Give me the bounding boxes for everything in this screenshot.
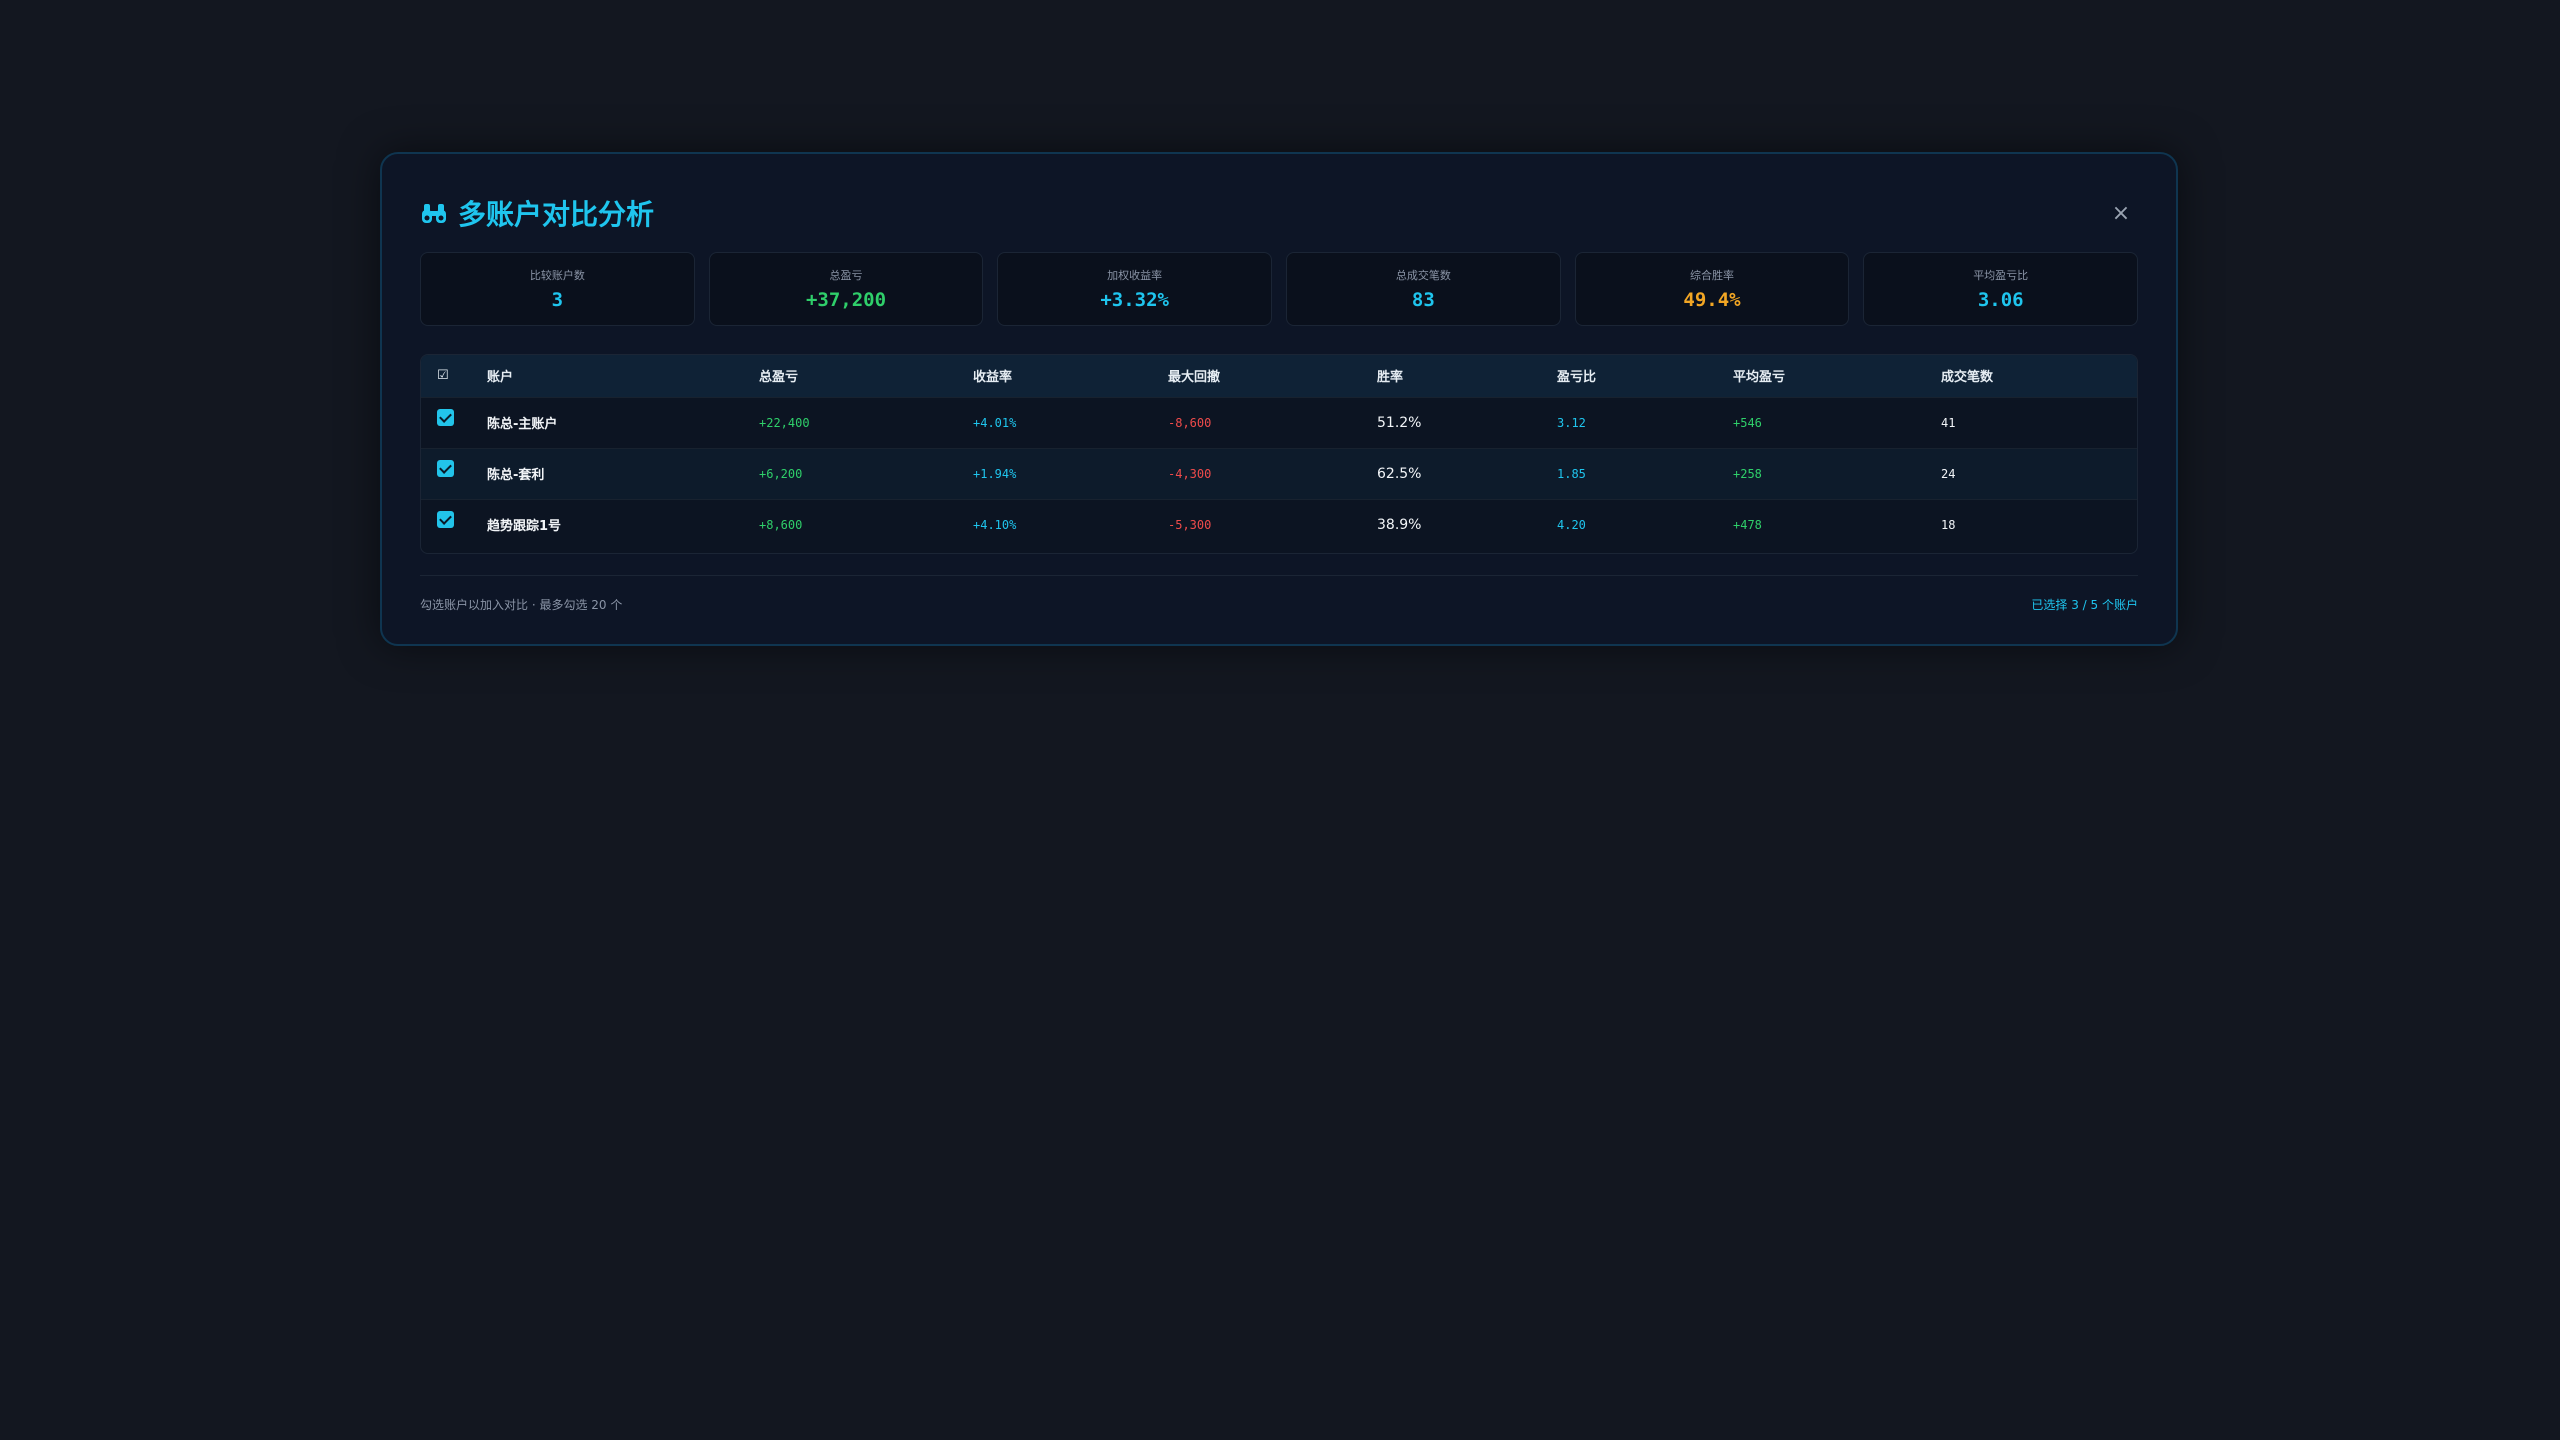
win-rate-cell: 38.9%	[1377, 516, 1422, 533]
stat-label: 总成交笔数	[1395, 269, 1451, 282]
select-all-checkbox[interactable]: ☑	[421, 355, 487, 397]
stat-value: 3	[551, 289, 564, 311]
return-cell: +1.94%	[973, 466, 1017, 481]
table-row[interactable]: 陈总-套利 +6,200 +1.94% -4,300 62.5% 1.85 +2…	[421, 448, 2137, 499]
return-cell: +4.10%	[973, 517, 1017, 532]
column-header[interactable]: 平均盈亏	[1733, 355, 1941, 397]
modal-header: 多账户对比分析 ×	[420, 188, 2138, 238]
max-drawdown-cell: -5,300	[1168, 517, 1212, 532]
close-icon: ×	[2111, 200, 2131, 226]
stat-card-account-count: 比较账户数 3	[420, 252, 695, 326]
max-drawdown-cell: -4,300	[1168, 466, 1212, 481]
avg-pnl-cell: +478	[1733, 517, 1762, 532]
total-pnl-cell: +8,600	[759, 517, 803, 532]
stat-label: 总盈亏	[829, 269, 863, 282]
summary-stats: 比较账户数 3 总盈亏 +37,200 加权收益率 +3.32% 总成交笔数 8…	[420, 252, 2139, 326]
column-header[interactable]: 盈亏比	[1557, 355, 1733, 397]
stat-card-total-pnl: 总盈亏 +37,200	[708, 252, 984, 326]
trades-cell: 18	[1941, 517, 1956, 532]
row-checkbox[interactable]	[437, 510, 454, 528]
selection-count: 已选择 3 / 5 个账户	[2031, 598, 2138, 612]
table-row[interactable]: 趋势跟踪1号 +8,600 +4.10% -5,300 38.9% 4.20 +…	[421, 499, 2137, 550]
stat-label: 加权收益率	[1107, 269, 1163, 282]
table-header-row: ☑ 账户 总盈亏 收益率 最大回撤 胜率 盈亏比 平均盈亏 成交笔数	[421, 355, 2137, 397]
max-drawdown-cell: -8,600	[1168, 415, 1212, 430]
column-header[interactable]: 收益率	[973, 355, 1168, 397]
stat-card-weighted-return: 加权收益率 +3.32%	[997, 252, 1273, 326]
pl-ratio-cell: 1.85	[1557, 466, 1586, 481]
account-name: 陈总-主账户	[487, 417, 558, 432]
stat-value: 49.4%	[1683, 289, 1741, 311]
stat-value: +3.32%	[1100, 289, 1169, 311]
column-header[interactable]: 成交笔数	[1941, 355, 2137, 397]
total-pnl-cell: +22,400	[759, 415, 810, 430]
win-rate-cell: 62.5%	[1377, 465, 1422, 482]
table-row[interactable]: 陈总-主账户 +22,400 +4.01% -8,600 51.2% 3.12 …	[421, 397, 2137, 448]
row-checkbox[interactable]	[437, 408, 454, 426]
column-header[interactable]: 最大回撤	[1168, 355, 1377, 397]
pl-ratio-cell: 4.20	[1557, 517, 1586, 532]
account-name: 趋势跟踪1号	[487, 519, 562, 535]
modal-title: 多账户对比分析	[420, 193, 654, 233]
stat-card-win-rate: 综合胜率 49.4%	[1574, 252, 1850, 326]
comparison-table: ☑ 账户 总盈亏 收益率 最大回撤 胜率 盈亏比 平均盈亏 成交笔数 陈总-主账…	[420, 354, 2138, 554]
stat-card-avg-pl-ratio: 平均盈亏比 3.06	[1863, 252, 2139, 326]
account-name: 陈总-套利	[487, 468, 545, 483]
trades-cell: 41	[1941, 415, 1956, 430]
return-cell: +4.01%	[973, 415, 1017, 430]
column-header[interactable]: 总盈亏	[759, 355, 973, 397]
footer-hint: 勾选账户以加入对比 · 最多勾选 20 个	[420, 598, 623, 612]
pl-ratio-cell: 3.12	[1557, 415, 1586, 430]
stat-card-total-trades: 总成交笔数 83	[1286, 252, 1561, 326]
close-button[interactable]: ×	[2104, 196, 2138, 230]
modal-title-text: 多账户对比分析	[458, 198, 655, 231]
column-header[interactable]: 账户	[487, 355, 759, 397]
stat-value: 83	[1411, 289, 1435, 311]
stat-label: 综合胜率	[1690, 269, 1735, 282]
stat-label: 比较账户数	[529, 269, 585, 282]
footer-divider	[420, 575, 2138, 576]
row-checkbox[interactable]	[437, 459, 454, 477]
trades-cell: 24	[1941, 466, 1956, 481]
stat-value: +37,200	[805, 289, 887, 311]
win-rate-cell: 51.2%	[1377, 414, 1422, 431]
binoculars-icon	[422, 204, 446, 223]
account-comparison-modal: 多账户对比分析 × 比较账户数 3 总盈亏 +37,200 加权收益率 +3.3…	[380, 152, 2178, 646]
avg-pnl-cell: +546	[1733, 415, 1762, 430]
total-pnl-cell: +6,200	[759, 466, 803, 481]
stat-label: 平均盈亏比	[1973, 269, 2029, 282]
avg-pnl-cell: +258	[1733, 466, 1762, 481]
column-header[interactable]: 胜率	[1377, 355, 1557, 397]
stat-value: 3.06	[1977, 289, 2024, 311]
